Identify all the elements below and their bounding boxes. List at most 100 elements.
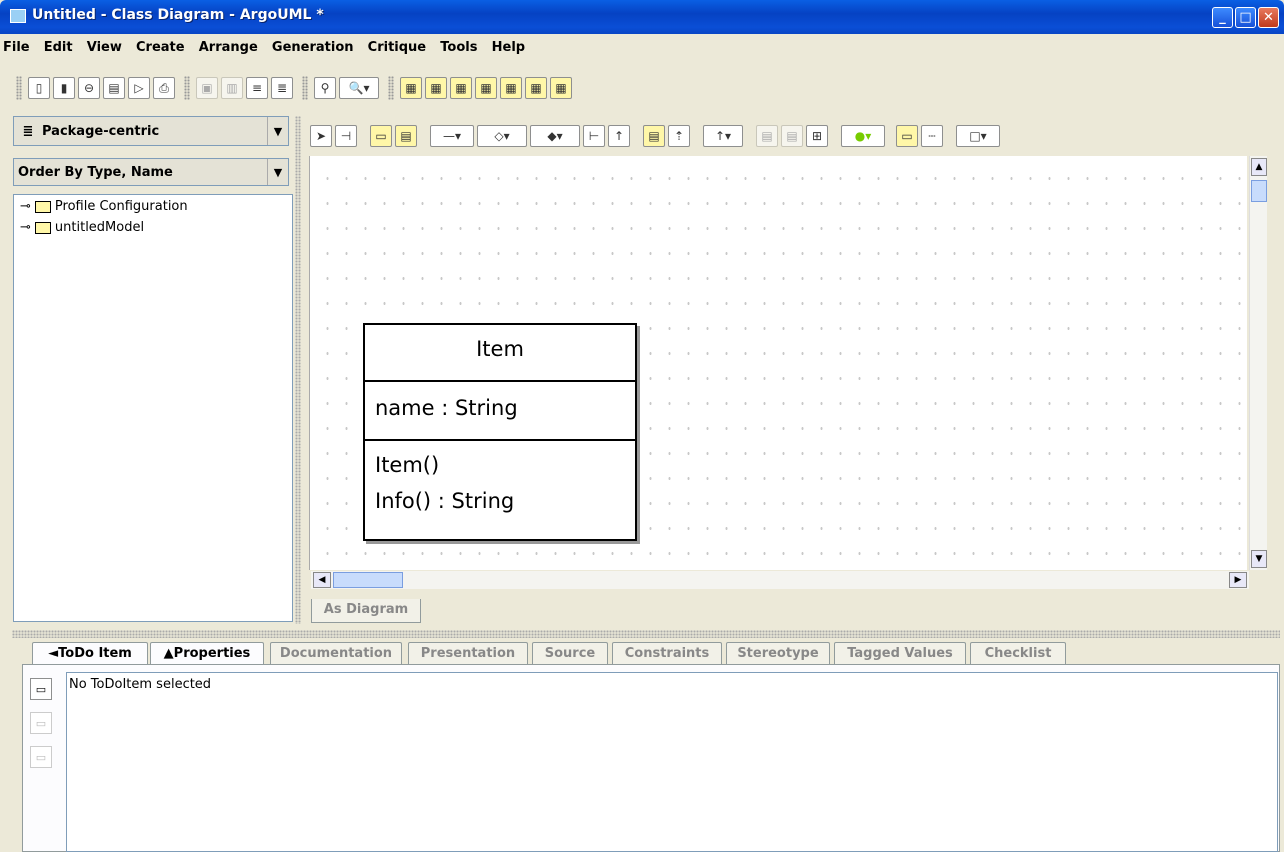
perspective-select[interactable]: ≣ Package-centric ▼ <box>13 116 289 146</box>
tab-presentation[interactable]: Presentation <box>408 642 528 664</box>
explorer-tree[interactable]: ⊸ Profile Configuration ⊸ untitledModel <box>13 194 293 622</box>
title-bar[interactable]: Untitled - Class Diagram - ArgoUML * _ □… <box>0 0 1284 34</box>
diagram-collaboration-icon[interactable]: ▦ <box>475 77 497 99</box>
delete-icon[interactable]: ▥ <box>221 77 243 99</box>
toolbar-grip[interactable] <box>302 76 308 100</box>
tab-checklist[interactable]: Checklist <box>970 642 1066 664</box>
package-tool-icon[interactable]: ▭ <box>370 125 392 147</box>
enumeration-tool-icon[interactable]: ⊞ <box>806 125 828 147</box>
class-operation: Item() <box>375 453 440 477</box>
chevron-down-icon[interactable]: ▼ <box>267 159 288 185</box>
dependency-tool-icon[interactable]: ⊢ <box>583 125 605 147</box>
tab-tagged-values[interactable]: Tagged Values <box>834 642 966 664</box>
realization-tool-icon[interactable]: ⇡ <box>668 125 690 147</box>
tab-documentation[interactable]: Documentation <box>270 642 402 664</box>
expand-icon[interactable]: ⊸ <box>20 220 31 235</box>
tab-constraints[interactable]: Constraints <box>612 642 722 664</box>
toolbar-grip[interactable] <box>184 76 190 100</box>
scroll-left-icon[interactable]: ◀ <box>313 572 331 588</box>
class-tool-icon[interactable]: ▤ <box>395 125 417 147</box>
new-todo-icon[interactable]: ▭ <box>30 678 52 700</box>
snooze-todo-icon[interactable]: ▭ <box>30 746 52 768</box>
navigate-icon[interactable]: ≡ <box>246 77 268 99</box>
shape-tool-icon[interactable]: □▾ <box>956 125 1000 147</box>
tree-item-label: untitledModel <box>54 220 145 235</box>
folder-icon <box>34 200 51 213</box>
inheritance-tool-icon[interactable]: ↑▾ <box>703 125 743 147</box>
menu-help[interactable]: Help <box>492 40 525 55</box>
menu-file[interactable]: File <box>3 40 30 55</box>
toolbar-grip[interactable] <box>16 76 22 100</box>
tree-item-label: Profile Configuration <box>54 199 188 214</box>
details-splitter[interactable] <box>12 630 1280 638</box>
scroll-down-icon[interactable]: ▼ <box>1251 550 1267 568</box>
toolbar-grip[interactable] <box>388 76 394 100</box>
tree-item-model[interactable]: ⊸ untitledModel <box>20 220 144 235</box>
tab-properties[interactable]: ▲Properties <box>150 642 264 664</box>
diagram-statechart-icon[interactable]: ▦ <box>500 77 522 99</box>
diagram-activity-icon[interactable]: ▦ <box>525 77 547 99</box>
expand-icon[interactable]: ⊸ <box>20 199 31 214</box>
package-icon <box>34 221 51 234</box>
menu-critique[interactable]: Critique <box>368 40 426 55</box>
select-icon[interactable]: ➤ <box>310 125 332 147</box>
menu-create[interactable]: Create <box>136 40 185 55</box>
menu-edit[interactable]: Edit <box>44 40 73 55</box>
tab-stereotype[interactable]: Stereotype <box>726 642 830 664</box>
scroll-thumb[interactable] <box>1251 180 1267 202</box>
remove-icon[interactable]: ▣ <box>196 77 218 99</box>
class-attribute: name : String <box>365 382 635 441</box>
zoom-icon[interactable]: 🔍▾ <box>339 77 379 99</box>
menu-generation[interactable]: Generation <box>272 40 354 55</box>
splitter[interactable] <box>295 116 301 624</box>
scroll-thumb[interactable] <box>333 572 403 588</box>
find-icon[interactable]: ⚲ <box>314 77 336 99</box>
perspective-icon: ≣ <box>22 123 34 139</box>
resolve-todo-icon[interactable]: ▭ <box>30 712 52 734</box>
tree-item-profile[interactable]: ⊸ Profile Configuration <box>20 199 188 214</box>
scroll-up-icon[interactable]: ▲ <box>1251 158 1267 176</box>
diagram-sequence-icon[interactable]: ▦ <box>450 77 472 99</box>
save-icon[interactable]: ▤ <box>103 77 125 99</box>
diagram-class-icon[interactable]: ▦ <box>400 77 422 99</box>
tab-todo-item[interactable]: ◄ToDo Item <box>32 642 148 664</box>
class-item[interactable]: Item name : String Item() Info() : Strin… <box>363 323 637 541</box>
operation-tool-icon[interactable]: ▤ <box>781 125 803 147</box>
scroll-right-icon[interactable]: ▶ <box>1229 572 1247 588</box>
interface-tool-icon[interactable]: ▤ <box>643 125 665 147</box>
broom-icon[interactable]: ⊣ <box>335 125 357 147</box>
main-toolbar: ▯ ▮ ⊖ ▤ ▷ ⎙ ▣ ▥ ≡ ≣ ⚲ 🔍▾ ▦ ▦ ▦ ▦ ▦ ▦ ▦ <box>16 73 575 103</box>
close-button[interactable]: ✕ <box>1258 7 1279 28</box>
horizontal-scrollbar[interactable]: ◀ ▶ <box>311 571 1249 589</box>
tab-source[interactable]: Source <box>532 642 608 664</box>
new-project-icon[interactable]: ▯ <box>28 77 50 99</box>
export-icon[interactable]: ▷ <box>128 77 150 99</box>
class-operation: Info() : String <box>375 489 515 513</box>
order-select[interactable]: Order By Type, Name ▼ <box>13 158 289 186</box>
vertical-scrollbar[interactable]: ▲ ▼ <box>1249 156 1267 570</box>
open-icon[interactable]: ⊖ <box>78 77 100 99</box>
chevron-down-icon[interactable]: ▼ <box>267 117 288 145</box>
minimize-button[interactable]: _ <box>1212 7 1233 28</box>
diagram-deployment-icon[interactable]: ▦ <box>550 77 572 99</box>
composition-tool-icon[interactable]: ◆▾ <box>530 125 580 147</box>
order-value: Order By Type, Name <box>18 164 173 180</box>
generalization-tool-icon[interactable]: ↑ <box>608 125 630 147</box>
todo-message: No ToDoItem selected <box>69 677 212 692</box>
comment-link-tool-icon[interactable]: ┄ <box>921 125 943 147</box>
attribute-tool-icon[interactable]: ▤ <box>756 125 778 147</box>
todo-description[interactable]: No ToDoItem selected <box>66 672 1278 852</box>
comment-tool-icon[interactable]: ▭ <box>896 125 918 147</box>
aggregation-tool-icon[interactable]: ◇▾ <box>477 125 527 147</box>
datatype-tool-icon[interactable]: ●▾ <box>841 125 885 147</box>
tab-as-diagram[interactable]: As Diagram <box>311 599 421 623</box>
new-diagram-icon[interactable]: ▮ <box>53 77 75 99</box>
maximize-button[interactable]: □ <box>1235 7 1256 28</box>
diagram-usecase-icon[interactable]: ▦ <box>425 77 447 99</box>
menu-arrange[interactable]: Arrange <box>199 40 258 55</box>
menu-tools[interactable]: Tools <box>440 40 477 55</box>
menu-view[interactable]: View <box>87 40 122 55</box>
settings-icon[interactable]: ≣ <box>271 77 293 99</box>
association-tool-icon[interactable]: —▾ <box>430 125 474 147</box>
print-icon[interactable]: ⎙ <box>153 77 175 99</box>
